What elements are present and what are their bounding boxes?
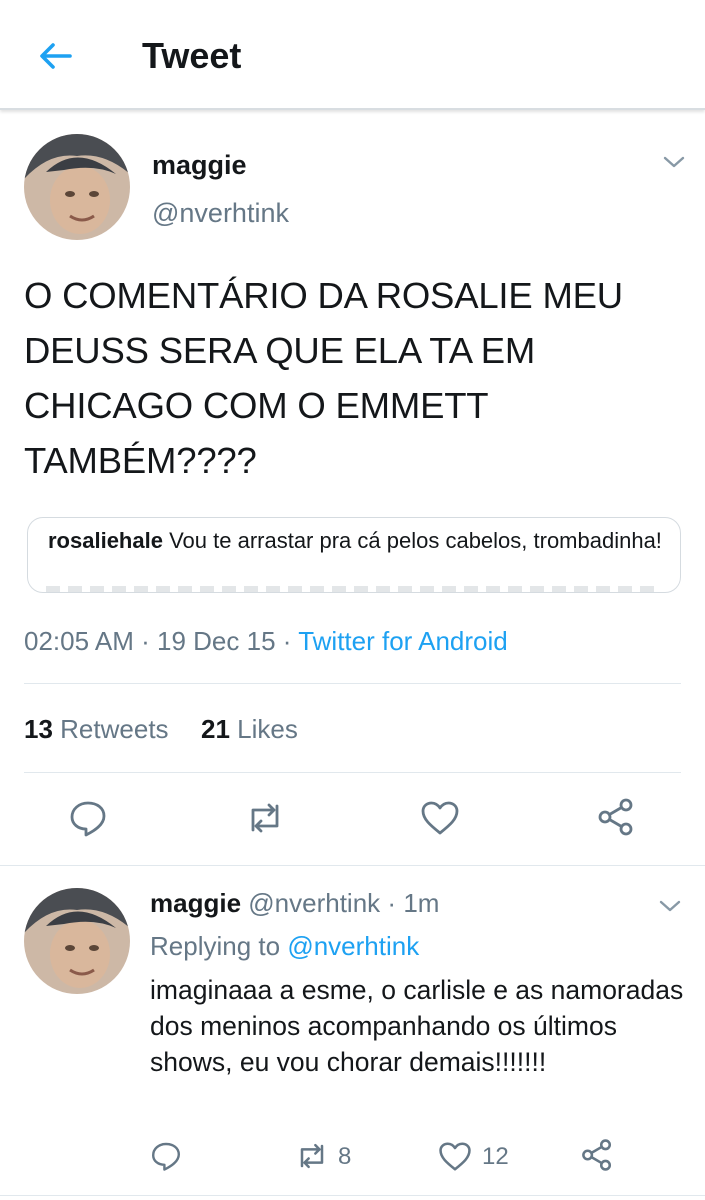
likes-label: Likes <box>237 714 298 744</box>
retweets-count: 13 <box>24 714 53 744</box>
author-name[interactable]: maggie <box>152 148 247 182</box>
tweet-stats: 13 Retweets 21 Likes <box>24 712 298 746</box>
page-title: Tweet <box>142 35 242 76</box>
tweet-meta: 02:05 AM · 19 Dec 15 · Twitter for Andro… <box>24 624 508 658</box>
reply-avatar[interactable] <box>24 888 130 994</box>
reply-author-name[interactable]: maggie <box>150 888 241 918</box>
reply-author-handle[interactable]: @nverhtink <box>248 888 380 918</box>
retweets-label: Retweets <box>60 714 169 744</box>
divider <box>24 683 681 684</box>
chevron-down-icon[interactable] <box>662 152 686 172</box>
quoted-comment-text: rosaliehale Vou te arrastar pra cá pelos… <box>48 527 668 555</box>
reply-retweet-icon[interactable] <box>294 1141 330 1171</box>
reply-like-count: 12 <box>482 1143 509 1170</box>
quoted-username: rosaliehale <box>48 528 163 553</box>
quoted-cutoff-line <box>46 586 662 592</box>
reply-header: maggie @nverhtink · 1m <box>150 886 439 920</box>
reply-age: 1m <box>403 888 440 918</box>
back-arrow-icon[interactable] <box>36 36 76 76</box>
retweet-icon[interactable] <box>244 800 286 836</box>
author-handle[interactable]: @nverhtink <box>152 196 289 230</box>
likes-stat[interactable]: 21 Likes <box>201 714 298 744</box>
divider <box>0 1195 705 1196</box>
replying-to: Replying to @nverhtink <box>150 929 419 963</box>
avatar[interactable] <box>24 134 130 240</box>
reply-reply-icon[interactable] <box>150 1140 182 1172</box>
tweet-client-link[interactable]: Twitter for Android <box>298 626 508 656</box>
divider <box>0 865 705 866</box>
app-header <box>0 0 705 110</box>
replying-prefix: Replying to <box>150 931 281 961</box>
meta-separator: · <box>141 626 150 656</box>
replying-handle-link[interactable]: @nverhtink <box>287 931 419 961</box>
reply-share-icon[interactable] <box>580 1138 614 1172</box>
reply-text: imaginaaa a esme, o carlisle e as namora… <box>150 975 684 1077</box>
meta-separator: · <box>387 888 397 918</box>
retweets-stat[interactable]: 13 Retweets <box>24 714 169 744</box>
like-icon[interactable] <box>420 800 460 836</box>
reply-icon[interactable] <box>68 798 108 838</box>
meta-separator: · <box>282 626 292 656</box>
quoted-text: Vou te arrastar pra cá pelos cabelos, tr… <box>169 528 662 553</box>
reply-chevron-down-icon[interactable] <box>658 896 682 916</box>
tweet-time: 02:05 AM <box>24 626 134 656</box>
reply-retweet-count: 8 <box>338 1143 352 1170</box>
tweet-text: O COMENTÁRIO DA ROSALIE MEU DEUSS SERA Q… <box>24 275 623 481</box>
divider <box>24 772 681 773</box>
tweet-date: 19 Dec 15 <box>157 626 276 656</box>
likes-count: 21 <box>201 714 230 744</box>
quoted-comment[interactable]: rosaliehale Vou te arrastar pra cá pelos… <box>27 517 681 593</box>
reply-like-icon[interactable] <box>438 1141 472 1172</box>
share-icon[interactable] <box>596 797 636 837</box>
